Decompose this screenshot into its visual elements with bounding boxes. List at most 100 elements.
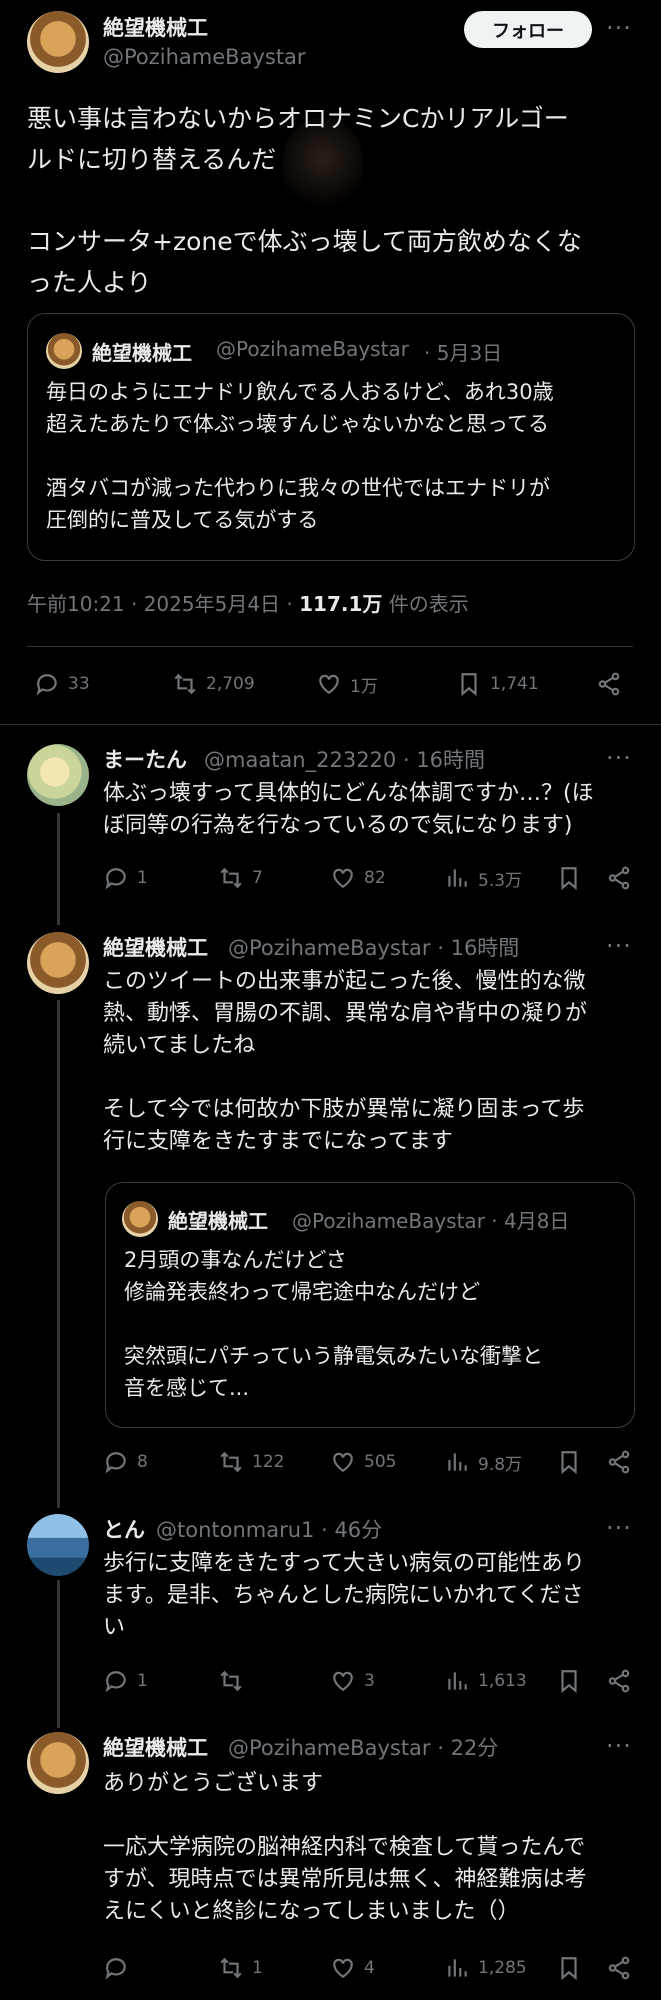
retweet-action[interactable] [218,1668,252,1694]
views-chart-icon [448,1959,467,1977]
retweet-icon [220,1451,242,1473]
share-icon [608,866,630,890]
follow-button[interactable]: フォロー [464,11,592,48]
bookmark-icon [561,867,577,891]
bookmark-action[interactable]: 1,741 [456,671,539,697]
more-options-icon[interactable]: ··· [606,744,632,772]
author-name[interactable]: とん [103,1514,145,1544]
thread-line [57,1000,60,1508]
heart-icon [333,868,353,888]
thread-line [57,1580,60,1728]
author-handle[interactable]: @tontonmaru1 · 46分 [156,1514,382,1544]
avatar[interactable] [27,744,89,806]
reply-action[interactable] [103,1955,137,1981]
reply-action[interactable]: 33 [34,671,90,697]
reply-icon [105,868,126,890]
reply-text: 歩行に支障をきたすって大きい病気の可能性あり ます。是非、ちゃんとした病院にいか… [103,1551,586,1640]
views-action[interactable]: 1,613 [444,1668,527,1694]
views-chart-icon [448,869,467,887]
share-icon [608,1956,630,1980]
retweet-icon [220,1957,242,1979]
author-handle[interactable]: @PozihameBaystar [103,45,306,69]
avatar[interactable] [27,932,89,994]
more-options-icon[interactable]: ··· [606,932,632,960]
heart-icon [333,1671,353,1691]
bookmark-action[interactable] [556,1955,582,1981]
bookmark-action[interactable] [556,865,582,891]
divider [27,646,633,647]
heart-icon [333,1452,353,1472]
reply-text: 体ぶっ壊すって具体的にどんな体調ですか…？(ほ ぼ同等の行為を行なっているので気… [103,781,594,838]
author-handle[interactable]: @PozihameBaystar · 16時間 [228,932,519,962]
like-action[interactable]: 82 [330,865,386,891]
quoted-author-handle: @PozihameBaystar [216,337,409,361]
avatar[interactable] [27,11,89,73]
quoted-author-name: 絶望機械工 [168,1209,268,1233]
view-count: 117.1万 [299,592,383,616]
tweet-meta: 午前10:21 · 2025年5月4日 · 117.1万 件の表示 [27,588,469,617]
view-label: 件の表示 [382,592,469,616]
bookmark-icon [561,1957,577,1981]
share-action[interactable] [596,671,622,697]
reply-icon [105,1958,126,1980]
reply-icon [105,1452,126,1474]
quoted-date: · 5月3日 [424,341,503,365]
retweet-action[interactable]: 122 [218,1449,284,1475]
reply-action[interactable]: 8 [103,1449,148,1475]
reply-action[interactable]: 1 [103,865,148,891]
like-action[interactable]: 505 [330,1449,396,1475]
author-name[interactable]: 絶望機械工 [103,12,208,42]
thread-line [57,813,60,925]
author-name[interactable]: 絶望機械工 [103,1732,208,1762]
retweet-icon [220,867,242,889]
bookmark-action[interactable] [556,1449,582,1475]
author-handle[interactable]: @PozihameBaystar · 22分 [228,1732,498,1762]
like-action[interactable]: 1万 [316,671,378,697]
quoted-author-handle: @PozihameBaystar · 4月8日 [292,1209,570,1233]
quoted-author-name: 絶望機械工 [92,341,192,365]
views-action[interactable]: 1,285 [444,1955,527,1981]
views-action[interactable]: 9.8万 [444,1449,522,1475]
share-icon [608,1450,630,1474]
quoted-text: 毎日のようにエナドリ飲んでる人おるけど、あれ30歳 超えたあたりで体ぶっ壊すんじ… [46,380,554,532]
heart-icon [333,1958,353,1978]
share-action[interactable] [606,1449,632,1475]
retweet-action[interactable]: 1 [218,1955,263,1981]
share-action[interactable] [606,1668,632,1694]
author-handle[interactable]: @maatan_223220 · 16時間 [204,744,485,774]
reply-text: このツイートの出来事が起こった後、慢性的な微 熱、動悸、胃腸の不調、異常な肩や背… [103,969,588,1154]
share-icon [608,1669,630,1693]
more-options-icon[interactable]: ··· [606,1732,632,1760]
quoted-avatar [46,333,82,369]
reply-icon [105,1671,126,1693]
bookmark-icon [561,1670,577,1694]
timestamp: 午前10:21 · 2025年5月4日 · [27,592,300,616]
like-action[interactable]: 4 [330,1955,375,1981]
divider [0,724,661,725]
more-options-icon[interactable]: ··· [606,14,632,42]
tweet-text: 悪い事は言わないからオロナミンCかリアルゴー ルドに切り替えるんだ コンサータ+… [27,104,582,297]
retweet-action[interactable]: 2,709 [172,671,255,697]
share-action[interactable] [606,865,632,891]
reply-text: ありがとうございます 一応大学病院の脳神経内科で検査して貰ったんで すが、現時点… [103,1771,587,1924]
author-name[interactable]: まーたん [103,744,187,774]
retweet-action[interactable]: 7 [218,865,263,891]
share-action[interactable] [606,1955,632,1981]
author-name[interactable]: 絶望機械工 [103,932,208,962]
more-options-icon[interactable]: ··· [606,1514,632,1542]
views-action[interactable]: 5.3万 [444,865,522,891]
views-chart-icon [448,1453,467,1471]
bookmark-icon [461,673,477,697]
quoted-avatar [122,1201,158,1237]
avatar[interactable] [27,1514,89,1576]
views-chart-icon [448,1672,467,1690]
bookmark-icon [561,1451,577,1475]
like-action[interactable]: 3 [330,1668,375,1694]
heart-icon [319,674,339,694]
retweet-icon [174,673,196,695]
reply-icon [36,674,57,696]
reply-action[interactable]: 1 [103,1668,148,1694]
bookmark-action[interactable] [556,1668,582,1694]
avatar[interactable] [27,1732,89,1794]
retweet-icon [220,1670,242,1692]
